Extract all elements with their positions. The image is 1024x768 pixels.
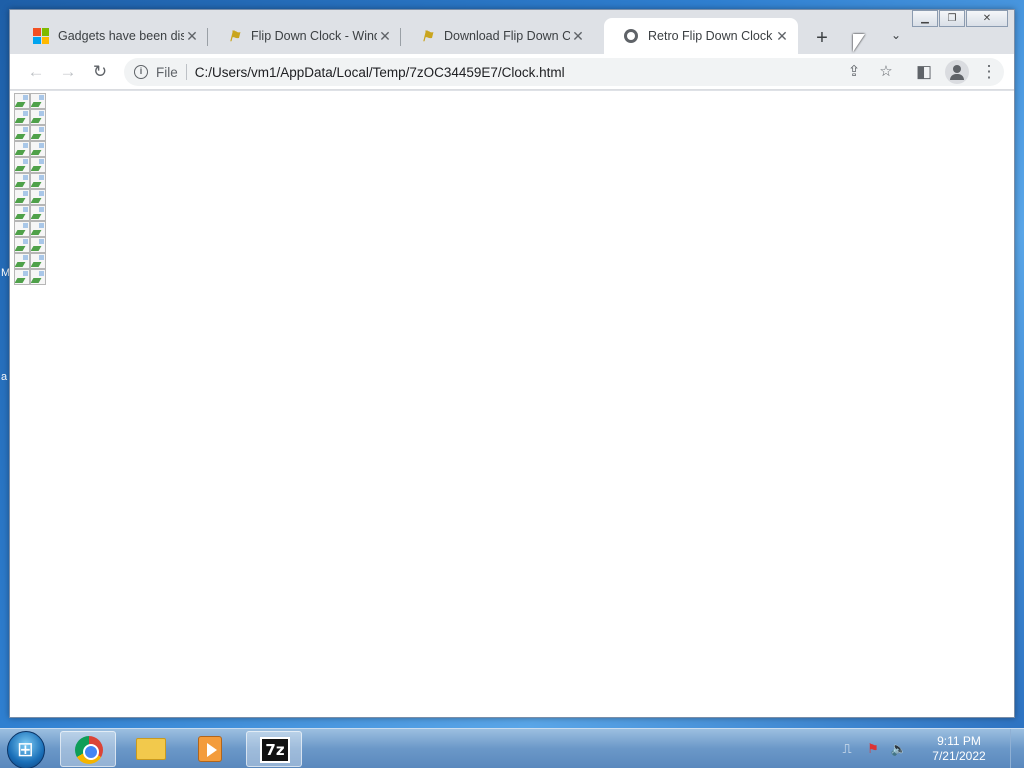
broken-image-icon — [14, 221, 30, 237]
profile-avatar-icon[interactable] — [945, 60, 969, 84]
broken-image-icon — [14, 141, 30, 157]
tab-flip-down-clock-windows[interactable]: ⚑ Flip Down Clock - Winde ✕ — [207, 18, 401, 54]
broken-image-icon — [30, 269, 46, 285]
side-panel-icon[interactable]: ◧ — [912, 60, 936, 84]
menu-kebab-icon[interactable]: ⋮ — [977, 60, 1001, 84]
forward-arrow-icon[interactable]: → — [56, 60, 80, 84]
broken-image-icon — [30, 237, 46, 253]
microsoft-logo-icon — [32, 27, 50, 45]
broken-image-icon — [14, 93, 30, 109]
tab-title: Retro Flip Down Clock — [648, 29, 773, 43]
explorer-folder-icon — [136, 738, 166, 760]
network-icon[interactable]: ⎍ — [838, 741, 856, 757]
taskbar: 7z ⎍ ⚑ 🔈 9:11 PM 7/21/2022 — [0, 728, 1024, 768]
broken-image-grid — [14, 93, 46, 285]
url-scheme-label: File — [156, 64, 178, 80]
tab-close-icon[interactable]: ✕ — [570, 28, 586, 45]
url-text[interactable]: C:/Users/vm1/AppData/Local/Temp/7zOC3445… — [195, 65, 565, 80]
media-player-icon — [198, 736, 222, 762]
start-button[interactable] — [7, 731, 45, 768]
browser-toolbar: ← → ↻ i File C:/Users/vm1/AppData/Local/… — [10, 54, 1014, 90]
tab-title: Download Flip Down Cl — [444, 29, 570, 43]
broken-image-icon — [30, 109, 46, 125]
tab-retro-flip-down-clock[interactable]: Retro Flip Down Clock ✕ — [604, 18, 798, 54]
bookmark-star-icon[interactable]: ☆ — [874, 60, 898, 84]
chrome-window: ▁ ❐ ✕ Gadgets have been disc ✕ ⚑ Flip Do… — [9, 9, 1015, 718]
action-center-flag-icon[interactable]: ⚑ — [864, 741, 882, 757]
broken-image-icon — [30, 221, 46, 237]
tab-close-icon[interactable]: ✕ — [184, 28, 200, 45]
tab-close-icon[interactable]: ✕ — [377, 28, 393, 45]
address-bar[interactable]: i File C:/Users/vm1/AppData/Local/Temp/7… — [124, 58, 1004, 86]
show-desktop-button[interactable] — [1010, 729, 1024, 768]
volume-icon[interactable]: 🔈 — [890, 741, 908, 757]
reload-icon[interactable]: ↻ — [88, 60, 112, 84]
windows-xp-flag-icon: ⚑ — [227, 27, 241, 44]
back-arrow-icon[interactable]: ← — [24, 60, 48, 84]
tab-title: Gadgets have been disc — [58, 29, 184, 43]
tab-title: Flip Down Clock - Winde — [251, 29, 377, 43]
chrome-icon — [75, 736, 103, 764]
broken-image-icon — [30, 253, 46, 269]
broken-image-icon — [30, 93, 46, 109]
share-icon[interactable]: ⇪ — [842, 60, 866, 84]
broken-image-icon — [30, 173, 46, 189]
tab-gadgets[interactable]: Gadgets have been disc ✕ — [14, 18, 208, 54]
taskbar-explorer[interactable] — [122, 731, 178, 767]
mouse-cursor-icon — [853, 34, 865, 52]
tab-download-flip-down-clock[interactable]: ⚑ Download Flip Down Cl ✕ — [400, 18, 594, 54]
broken-image-icon — [14, 125, 30, 141]
broken-image-icon — [30, 189, 46, 205]
broken-image-icon — [14, 237, 30, 253]
broken-image-icon — [30, 205, 46, 221]
broken-image-icon — [30, 125, 46, 141]
windows-xp-flag-icon: ⚑ — [420, 27, 434, 44]
broken-image-icon — [14, 189, 30, 205]
page-content — [10, 91, 1014, 717]
broken-image-icon — [14, 253, 30, 269]
broken-image-icon — [14, 109, 30, 125]
site-info-icon[interactable]: i — [134, 65, 148, 79]
taskbar-clock[interactable]: 9:11 PM 7/21/2022 — [914, 734, 1004, 764]
taskbar-7zip[interactable]: 7z — [246, 731, 302, 767]
broken-image-icon — [30, 157, 46, 173]
tab-search-chevron-icon[interactable]: ⌄ — [886, 28, 906, 42]
broken-image-icon — [14, 269, 30, 285]
broken-image-icon — [30, 141, 46, 157]
7zip-icon: 7z — [260, 737, 290, 763]
tab-close-icon[interactable]: ✕ — [774, 28, 790, 45]
broken-image-icon — [14, 173, 30, 189]
broken-image-icon — [14, 205, 30, 221]
new-tab-button[interactable]: + — [808, 26, 836, 50]
clock-date: 7/21/2022 — [932, 749, 986, 763]
system-tray: ⎍ ⚑ 🔈 9:11 PM 7/21/2022 — [830, 729, 1024, 768]
desktop-icon-label-fragment: a — [1, 371, 8, 383]
taskbar-media-player[interactable] — [182, 731, 238, 767]
omnibox-divider — [185, 64, 187, 80]
taskbar-chrome[interactable] — [60, 731, 116, 767]
clock-time: 9:11 PM — [937, 734, 981, 748]
broken-image-icon — [14, 157, 30, 173]
globe-icon — [622, 27, 640, 45]
